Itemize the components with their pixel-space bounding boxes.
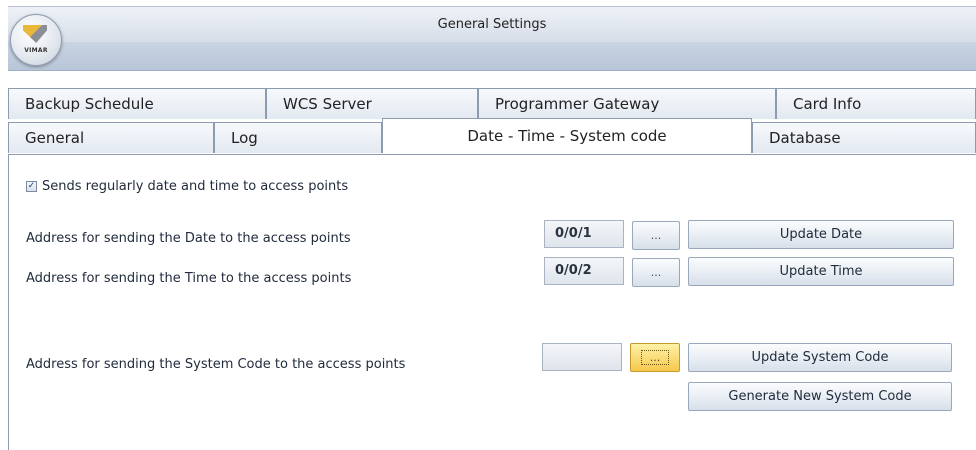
tab-date-time-system-code[interactable]: Date - Time - System code bbox=[382, 118, 752, 153]
system-code-browse-label: ... bbox=[640, 350, 670, 365]
update-date-button[interactable]: Update Date bbox=[688, 220, 954, 249]
system-code-browse-button[interactable]: ... bbox=[630, 343, 680, 372]
system-code-address-label: Address for sending the System Code to t… bbox=[26, 357, 406, 372]
date-address-field[interactable]: 0/0/1 bbox=[544, 220, 624, 248]
time-address-label: Address for sending the Time to the acce… bbox=[26, 271, 352, 286]
send-regularly-label: Sends regularly date and time to access … bbox=[42, 179, 349, 194]
date-browse-button[interactable]: ... bbox=[632, 221, 680, 250]
tab-general[interactable]: General bbox=[8, 122, 214, 153]
tab-wcs-server[interactable]: WCS Server bbox=[266, 88, 478, 119]
time-browse-button[interactable]: ... bbox=[632, 258, 680, 287]
system-code-address-field[interactable] bbox=[542, 343, 622, 371]
vimar-logo-icon bbox=[23, 25, 47, 43]
title-bar: General Settings bbox=[8, 6, 976, 43]
window-title: General Settings bbox=[437, 17, 547, 32]
generate-new-system-code-button[interactable]: Generate New System Code bbox=[688, 382, 952, 411]
tab-database[interactable]: Database bbox=[752, 122, 976, 153]
logo-label: VIMAR bbox=[24, 47, 48, 54]
tab-card-info[interactable]: Card Info bbox=[776, 88, 976, 119]
date-address-label: Address for sending the Date to the acce… bbox=[26, 231, 351, 246]
send-regularly-checkbox[interactable]: ✓ bbox=[26, 181, 37, 192]
time-address-field[interactable]: 0/0/2 bbox=[544, 257, 624, 285]
tab-backup-schedule[interactable]: Backup Schedule bbox=[8, 88, 266, 119]
update-system-code-button[interactable]: Update System Code bbox=[688, 343, 952, 372]
tab-log[interactable]: Log bbox=[214, 122, 382, 153]
application-menu-button[interactable]: VIMAR bbox=[10, 14, 62, 66]
update-time-button[interactable]: Update Time bbox=[688, 257, 954, 286]
tab-programmer-gateway[interactable]: Programmer Gateway bbox=[478, 88, 776, 119]
quick-access-strip bbox=[8, 42, 976, 71]
